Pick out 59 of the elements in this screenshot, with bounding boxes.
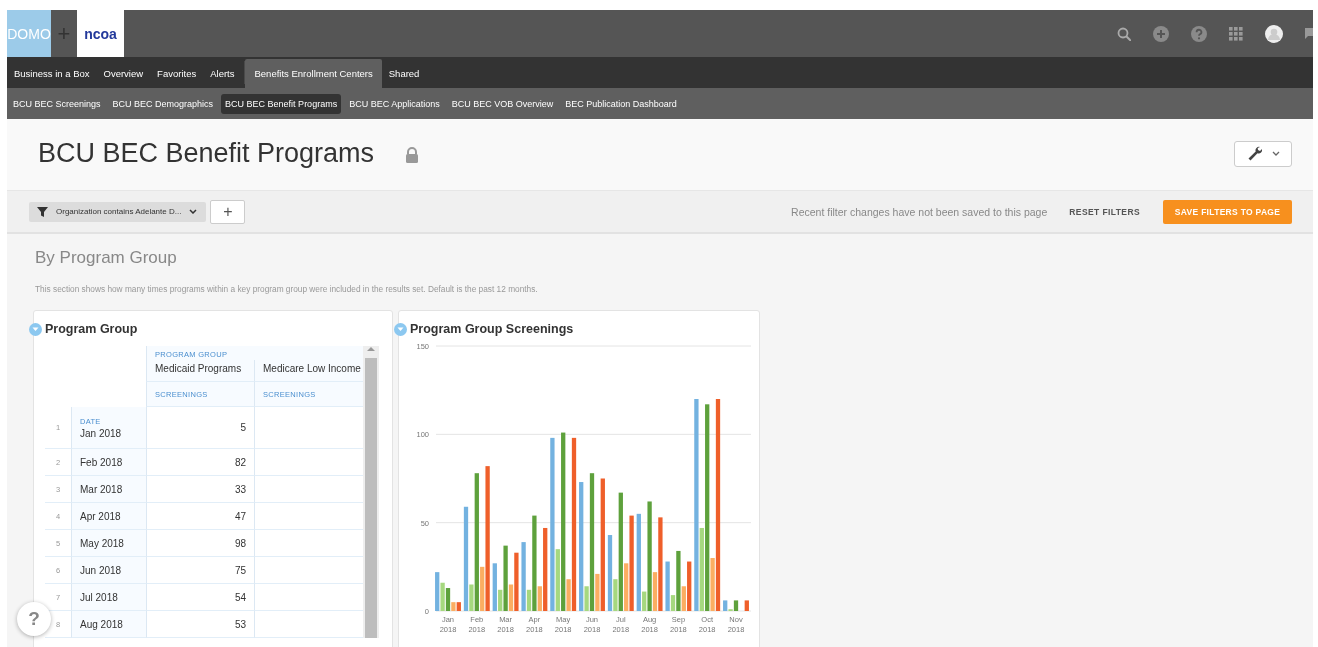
avatar-icon[interactable] [1265, 24, 1283, 43]
scroll-up-icon[interactable] [367, 346, 375, 352]
search-icon[interactable] [1117, 26, 1131, 41]
card-title: Program Group Screenings [410, 322, 574, 336]
value-cell: 5 [146, 407, 254, 449]
date-cell: Jun 2018 [80, 564, 122, 576]
chat-icon[interactable] [1305, 28, 1313, 39]
date-cell: Apr 2018 [80, 510, 121, 522]
page-tab[interactable]: BEC Publication Dashboard [561, 93, 681, 114]
date-cell: Aug 2018 [80, 618, 123, 630]
nav-tab[interactable]: Business in a Box [7, 59, 97, 88]
nav-tab[interactable]: Shared [381, 59, 427, 88]
value-cell: 53 [146, 611, 254, 638]
partner-logo: ncoa [77, 10, 124, 57]
nav-tab[interactable]: Overview [96, 59, 151, 88]
funnel-icon [37, 206, 48, 217]
unsaved-notice: Recent filter changes have not been saved to this page [791, 205, 1048, 218]
bar [744, 600, 749, 611]
filter-badge-icon[interactable] [29, 322, 42, 336]
value-cell: 47 [146, 503, 254, 530]
help-icon[interactable] [1191, 25, 1207, 42]
add-filter-button[interactable]: + [210, 199, 246, 224]
reset-filters-link[interactable]: RESET FILTERS [1069, 206, 1140, 217]
date-cell: Jul 2018 [80, 591, 118, 603]
wrench-icon [1246, 146, 1262, 161]
date-cell: Feb 2018 [80, 456, 123, 468]
column-header: Medicaid Programs [155, 363, 242, 374]
date-cell: May 2018 [80, 537, 124, 549]
page-tab[interactable]: BCU BEC Screenings [9, 93, 105, 114]
filter-pill[interactable]: Organization contains Adelante D... [29, 201, 207, 222]
card-title: Program Group [45, 322, 138, 336]
plus-sign: + [56, 19, 72, 48]
page-tab[interactable]: BCU BEC Applications [345, 93, 444, 114]
value-cell: 33 [146, 476, 254, 503]
page-tab[interactable]: BCU BEC VOB Overview [447, 93, 558, 114]
apps-grid-icon[interactable] [1229, 26, 1243, 41]
nav-tab[interactable]: Favorites [150, 59, 204, 88]
caret-icon [189, 209, 198, 214]
page-title: BCU BEC Benefit Programs [38, 138, 375, 169]
column-header: Medicare Low Income [263, 363, 361, 374]
scrollbar[interactable] [363, 346, 379, 638]
page-tab[interactable]: BCU BEC Benefit Programs [221, 93, 342, 114]
help-button[interactable]: ? [17, 602, 51, 636]
nav-tab[interactable]: Benefits Enrollment Centers [245, 59, 382, 88]
section-title: By Program Group [35, 248, 178, 268]
date-cell: Jan 2018 [80, 427, 122, 439]
date-cell: Mar 2018 [80, 483, 123, 495]
value-cell: 98 [146, 530, 254, 557]
caret-icon [1271, 151, 1280, 156]
value-cell: 82 [146, 449, 254, 476]
filter-label: Organization contains Adelante D... [56, 207, 182, 216]
value-cell: 75 [146, 557, 254, 584]
nav-tab[interactable]: Alerts [203, 59, 242, 88]
filter-badge-icon[interactable] [394, 322, 407, 336]
add-icon[interactable] [1153, 25, 1169, 42]
section-description: This section shows how many times programs within a key program group were included in the results set. Default is the past 12 months. [35, 284, 539, 294]
value-cell: 54 [146, 584, 254, 611]
wrench-menu-button[interactable] [1234, 140, 1292, 167]
page-tab[interactable]: BCU BEC Demographics [108, 93, 218, 114]
